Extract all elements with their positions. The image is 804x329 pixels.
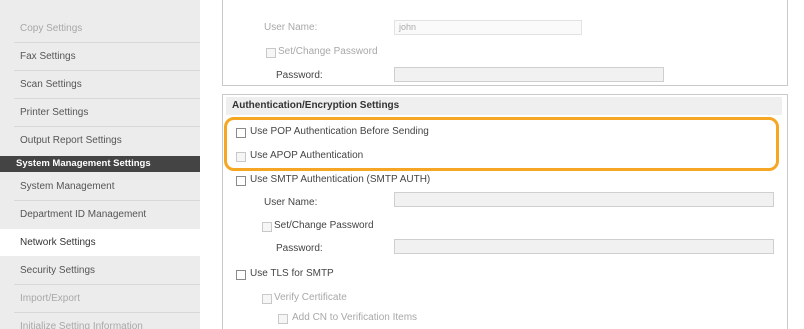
tls-checkbox[interactable]	[236, 270, 246, 280]
smtp-auth-checkbox[interactable]	[236, 176, 246, 186]
verify-certificate-checkbox[interactable]	[262, 294, 272, 304]
smtp-set-change-password-label: Set/Change Password	[274, 220, 374, 231]
set-change-password-checkbox[interactable]	[266, 48, 276, 58]
sidebar-section-header: System Management Settings	[0, 156, 200, 172]
user-name-input[interactable]: john	[394, 20, 582, 35]
sidebar-item-network-settings[interactable]: Network Settings	[0, 229, 200, 256]
password-input[interactable]	[394, 67, 664, 82]
sidebar-item-scan-settings[interactable]: Scan Settings	[0, 71, 200, 98]
set-change-password-label: Set/Change Password	[278, 46, 378, 57]
smtp-user-name-input[interactable]	[394, 192, 774, 207]
sidebar-item-fax-settings[interactable]: Fax Settings	[0, 43, 200, 70]
highlight-callout	[224, 117, 779, 171]
add-cn-checkbox[interactable]	[278, 314, 288, 324]
sidebar-item-system-management[interactable]: System Management	[0, 173, 200, 200]
authentication-section-title: Authentication/Encryption Settings	[226, 97, 782, 115]
sidebar-item-department-id-management[interactable]: Department ID Management	[0, 201, 200, 228]
verify-certificate-label: Verify Certificate	[274, 292, 347, 303]
smtp-auth-label: Use SMTP Authentication (SMTP AUTH)	[250, 174, 431, 185]
smtp-password-input[interactable]	[394, 239, 774, 254]
sidebar-item-copy-settings[interactable]: Copy Settings	[0, 15, 200, 42]
user-name-label: User Name:	[264, 22, 318, 33]
sidebar-item-security-settings[interactable]: Security Settings	[0, 257, 200, 284]
tls-label: Use TLS for SMTP	[250, 268, 334, 279]
sidebar-item-output-report-settings[interactable]: Output Report Settings	[0, 127, 200, 154]
smtp-set-change-password-checkbox[interactable]	[262, 222, 272, 232]
password-label: Password:	[276, 70, 323, 81]
sidebar-item-printer-settings[interactable]: Printer Settings	[0, 99, 200, 126]
add-cn-label: Add CN to Verification Items	[292, 312, 418, 323]
sidebar: Copy Settings Fax Settings Scan Settings…	[0, 0, 200, 329]
smtp-user-name-label: User Name:	[264, 197, 318, 208]
sidebar-item-import-export[interactable]: Import/Export	[0, 285, 200, 312]
smtp-password-label: Password:	[276, 243, 323, 254]
sidebar-item-initialize-setting-information[interactable]: Initialize Setting Information	[0, 313, 200, 329]
